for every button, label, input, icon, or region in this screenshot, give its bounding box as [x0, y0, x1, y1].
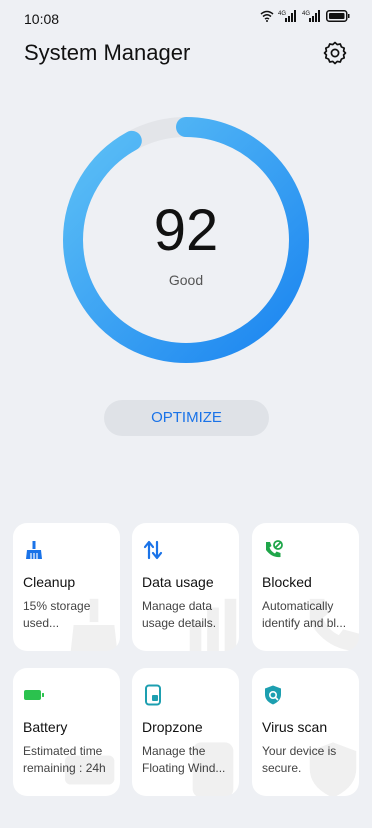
header: System Manager [0, 36, 372, 76]
card-title: Dropzone [142, 719, 203, 735]
status-time: 10:08 [24, 11, 60, 27]
card-dropzone[interactable]: Dropzone Manage the Floating Wind... [132, 668, 239, 796]
status-icons: 4G 4G [260, 10, 350, 22]
battery-icon [24, 690, 44, 700]
svg-text:4G: 4G [302, 11, 310, 17]
svg-text:4G: 4G [278, 11, 286, 17]
card-title: Virus scan [262, 719, 328, 735]
card-data-usage[interactable]: Data usage Manage data usage details. [132, 523, 239, 651]
gear-icon[interactable] [322, 40, 348, 66]
dropzone-watermark-icon [192, 742, 234, 796]
battery-status-icon [326, 10, 350, 22]
broom-icon [26, 541, 42, 559]
status-bar: 10:08 4G 4G [0, 0, 372, 36]
card-title: Cleanup [23, 574, 76, 590]
card-cleanup[interactable]: Cleanup 15% storage used... [13, 523, 120, 651]
page-title: System Manager [24, 40, 191, 65]
shield-watermark-icon [309, 742, 357, 796]
battery-watermark-icon [64, 755, 115, 785]
card-title: Blocked [262, 574, 312, 590]
phone-watermark-icon [309, 598, 359, 651]
signal-icon-1: 4G [278, 10, 296, 22]
score-label: Good [168, 272, 204, 288]
card-blocked[interactable]: Blocked Automatically identify and bl... [252, 523, 359, 651]
bars-watermark-icon [189, 598, 237, 651]
optimize-button[interactable]: OPTIMIZE [104, 400, 269, 436]
signal-icon-2: 4G [302, 10, 320, 22]
card-virus-scan[interactable]: Virus scan Your device is secure. [252, 668, 359, 796]
card-title: Battery [23, 719, 68, 735]
wifi-icon [260, 10, 274, 22]
broom-watermark-icon [70, 598, 118, 651]
card-title: Data usage [142, 574, 214, 590]
dropzone-icon [145, 684, 161, 706]
card-battery[interactable]: Battery Estimated time remaining : 24h [13, 668, 120, 796]
score-value: 92 [153, 198, 219, 263]
shield-scan-icon [265, 685, 281, 705]
data-arrows-icon [143, 540, 163, 560]
blocked-call-icon [266, 540, 283, 558]
